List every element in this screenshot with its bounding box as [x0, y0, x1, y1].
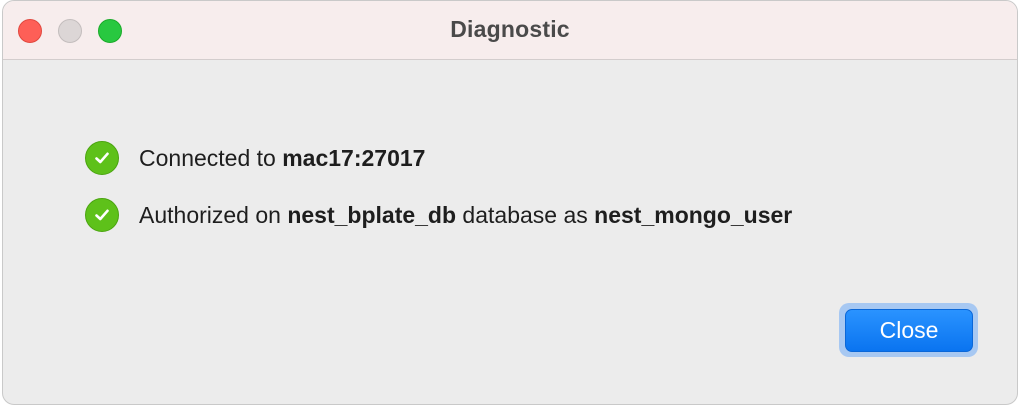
user-value: nest_mongo_user [594, 201, 793, 228]
host-value: mac17:27017 [282, 144, 426, 171]
authorization-status-text: Authorized on nest_bplate_db database as… [139, 202, 792, 229]
check-circle-icon [85, 198, 119, 232]
authorized-middle: database as [456, 201, 595, 228]
check-circle-icon [85, 141, 119, 175]
authorization-status-row: Authorized on nest_bplate_db database as… [85, 198, 792, 232]
database-value: nest_bplate_db [287, 201, 457, 228]
diagnostic-window: Diagnostic Connected to mac17:27017 Auth… [2, 0, 1018, 405]
connected-prefix: Connected to [139, 144, 283, 171]
title-bar: Diagnostic [3, 1, 1017, 60]
connection-status-text: Connected to mac17:27017 [139, 145, 425, 172]
window-title: Diagnostic [450, 16, 570, 42]
connection-status-row: Connected to mac17:27017 [85, 141, 425, 175]
authorized-prefix: Authorized on [139, 201, 288, 228]
close-button[interactable]: Close [845, 309, 973, 352]
